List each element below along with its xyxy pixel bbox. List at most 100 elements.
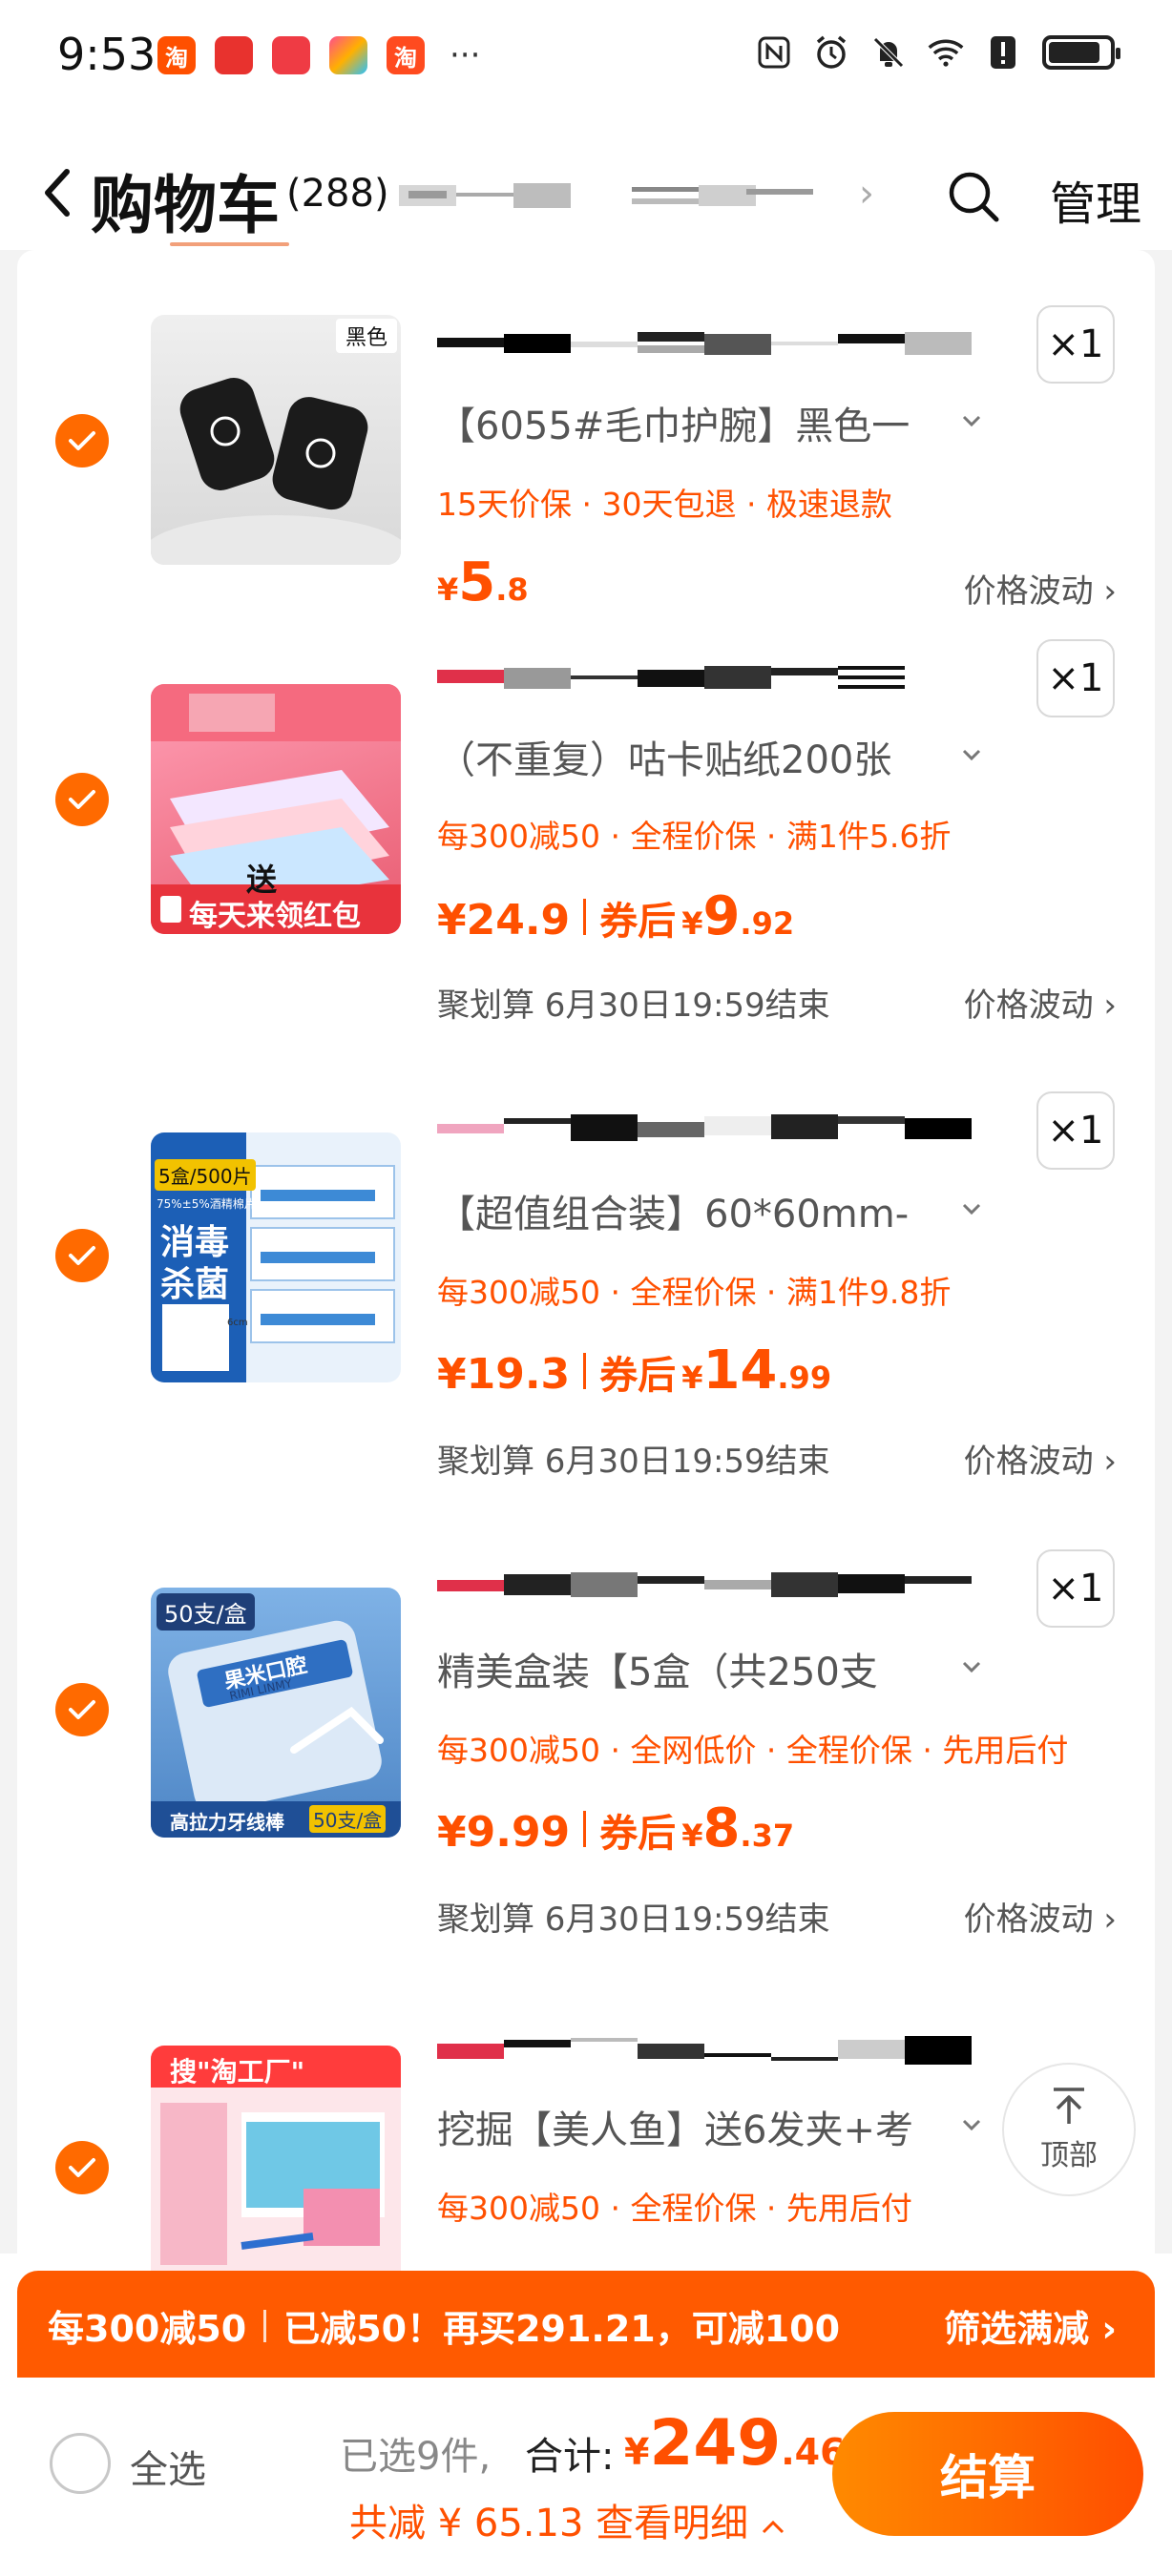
event-deadline: 聚划算 6月30日19:59结束	[437, 987, 830, 1025]
selected-count: 已选9件,	[340, 2435, 492, 2479]
back-to-top-label: 顶部	[1040, 2139, 1098, 2172]
manage-button[interactable]: 管理	[1050, 166, 1141, 233]
product-image[interactable]: 黑色	[151, 315, 401, 565]
item-checkbox[interactable]	[55, 1229, 109, 1282]
promo-tags: 每300减50 · 全程价保 · 满1件5.6折	[437, 818, 952, 855]
price-fluctuation-link[interactable]: 价格波动 ›	[964, 1435, 1117, 1482]
item-checkbox[interactable]	[55, 2141, 109, 2194]
product-image[interactable]: 送 每天来领红包	[151, 684, 401, 934]
thumb-pack-label: 5盒/500片	[155, 1159, 256, 1191]
thumb-size-label: 6cm	[227, 1318, 248, 1328]
product-title-redacted	[437, 332, 972, 355]
thumb-pack-label: 50支/盒	[157, 1593, 255, 1631]
discount-status: 每300减50 已减50！再买291.21，可减100	[48, 2308, 841, 2350]
thumb-spec-label: 75%±5%酒精棉片	[157, 1197, 256, 1211]
shop-card: 黑色 ×1 【6055#毛巾护腕】黑色一 15天价保 · 30天包退 · 极速退…	[17, 242, 1155, 2273]
savings-detail-link[interactable]: 共减 ¥ 65.13 查看明细	[349, 2492, 785, 2547]
select-all-label[interactable]: 全选	[130, 2439, 206, 2494]
price-fluctuation-link[interactable]: 价格波动 ›	[964, 979, 1117, 1026]
sku-selector[interactable]: 精美盒装【5盒（共250支	[437, 1641, 878, 1696]
filter-discount-link[interactable]: 筛选满减 ›	[944, 2299, 1117, 2352]
thumb-count-label: 50支/盒	[309, 1805, 387, 1833]
sku-selector[interactable]: 挖掘【美人鱼】送6发夹+考	[437, 2099, 913, 2154]
back-icon[interactable]	[38, 164, 86, 221]
cart-list: 黑色 ×1 【6055#毛巾护腕】黑色一 15天价保 · 30天包退 · 极速退…	[0, 242, 1172, 2273]
chevron-up-icon	[762, 2520, 784, 2534]
shop-underline	[170, 242, 289, 246]
event-deadline: 聚划算 6月30日19:59结束	[437, 1443, 830, 1481]
discount-banner[interactable]: 每300减50 已减50！再买291.21，可减100 筛选满减 ›	[17, 2271, 1155, 2378]
item-price: ¥9.99 券后 ¥8.37	[437, 1797, 795, 1859]
alarm-icon	[813, 34, 849, 71]
thumb-product-label: 高拉力牙线棒	[170, 1811, 284, 1834]
item-checkbox[interactable]	[55, 414, 109, 467]
product-title-redacted	[437, 1572, 972, 1597]
item-price: ¥19.3 券后 ¥14.99	[437, 1340, 832, 1402]
item-checkbox[interactable]	[55, 773, 109, 826]
redacted-address	[399, 183, 571, 208]
sku-selector[interactable]: （不重复）咕卡贴纸200张	[437, 729, 891, 784]
sku-selector[interactable]: 【超值组合装】60*60mm-	[437, 1183, 909, 1238]
product-image[interactable]: 5盒/500片 75%±5%酒精棉片 消毒 杀菌 6cm	[151, 1132, 401, 1382]
total-amount: ¥249.46	[624, 2406, 846, 2480]
alert-icon	[985, 34, 1021, 71]
cart-header: 购物车 (288) › 管理	[0, 143, 1172, 248]
price-fluctuation-link[interactable]: 价格波动 ›	[964, 565, 1117, 612]
chevron-down-icon[interactable]	[962, 1202, 981, 1215]
notification-icons: 淘 淘 ···	[157, 36, 480, 74]
item-price: ¥24.9 券后 ¥9.92	[437, 885, 795, 947]
product-title-redacted	[437, 2036, 972, 2065]
cart-item[interactable]: 送 每天来领红包 ×1 （不重复）咕卡贴纸200张 每300减50 · 全程价保…	[17, 639, 1155, 1099]
arrow-up-icon	[1054, 2088, 1084, 2124]
cart-item[interactable]: 50支/盒 果米口腔 RIMI LINMY 高拉力牙线棒 50支/盒 ×1 精美…	[17, 1549, 1155, 2015]
red-app-icon	[272, 36, 310, 74]
redacted-address-2	[632, 185, 813, 206]
status-time: 9:53	[57, 29, 157, 80]
product-image[interactable]: 搜"淘工厂"	[151, 2046, 401, 2273]
chevron-right-icon[interactable]: ›	[859, 172, 874, 216]
price-fluctuation-link[interactable]: 价格波动 ›	[964, 1893, 1117, 1940]
system-icons	[756, 34, 1120, 71]
quantity-badge[interactable]: ×1	[1036, 639, 1115, 717]
cart-count: (288)	[286, 172, 389, 216]
sku-selector[interactable]: 【6055#毛巾护腕】黑色一	[437, 395, 910, 450]
checkout-bar: 全选 已选9件, 合计: ¥249.46 共减 ¥ 65.13 查看明细 结算	[0, 2378, 1172, 2576]
select-all-checkbox[interactable]	[50, 2433, 111, 2494]
chevron-down-icon[interactable]	[962, 1660, 981, 1673]
chevron-down-icon[interactable]	[962, 2118, 981, 2131]
mute-icon	[870, 34, 907, 71]
search-icon[interactable]	[945, 168, 1002, 225]
product-title-redacted	[437, 666, 905, 689]
event-deadline: 聚划算 6月30日19:59结束	[437, 1901, 830, 1939]
status-bar: 9:53 淘 淘 ···	[0, 0, 1172, 114]
taobao-app-icon-2: 淘	[387, 36, 425, 74]
cart-item[interactable]: 搜"淘工厂" 挖掘【美人鱼】送6发夹+考 每300减50 · 全程价保 · 先用…	[17, 2015, 1155, 2273]
checkout-button[interactable]: 结算	[832, 2412, 1143, 2536]
huawei-app-icon	[215, 36, 253, 74]
thumb-search-label: 搜"淘工厂"	[170, 2056, 305, 2088]
thumb-tag: 黑色	[335, 319, 397, 353]
more-notifications-icon: ···	[450, 36, 481, 74]
cart-item[interactable]: 黑色 ×1 【6055#毛巾护腕】黑色一 15天价保 · 30天包退 · 极速退…	[17, 250, 1155, 651]
cart-item[interactable]: 5盒/500片 75%±5%酒精棉片 消毒 杀菌 6cm ×1 【超值组合装】6…	[17, 1091, 1155, 1557]
chevron-down-icon[interactable]	[962, 414, 981, 427]
wifi-icon	[928, 34, 964, 71]
page-title: 购物车	[91, 169, 280, 242]
promo-tags: 每300减50 · 全程价保 · 满1件9.8折	[437, 1274, 952, 1311]
battery-icon	[1042, 35, 1120, 70]
chevron-down-icon[interactable]	[962, 748, 981, 761]
item-checkbox[interactable]	[55, 1683, 109, 1736]
quantity-badge[interactable]: ×1	[1036, 1091, 1115, 1170]
product-title-redacted	[437, 1114, 972, 1141]
promo-tags: 15天价保 · 30天包退 · 极速退款	[437, 486, 892, 523]
product-image[interactable]: 50支/盒 果米口腔 RIMI LINMY 高拉力牙线棒 50支/盒	[151, 1588, 401, 1838]
quantity-badge[interactable]: ×1	[1036, 305, 1115, 384]
quantity-badge[interactable]: ×1	[1036, 1549, 1115, 1628]
thumb-title-2: 杀菌	[160, 1265, 230, 1304]
promo-tags: 每300减50 · 全程价保 · 先用后付	[437, 2190, 912, 2227]
colorful-app-icon	[329, 36, 367, 74]
item-price: ¥5.8	[437, 551, 529, 613]
back-to-top-button[interactable]: 顶部	[1002, 2063, 1136, 2196]
taobao-app-icon: 淘	[157, 36, 196, 74]
thumb-redpacket-label: 每天来领红包	[189, 900, 361, 933]
